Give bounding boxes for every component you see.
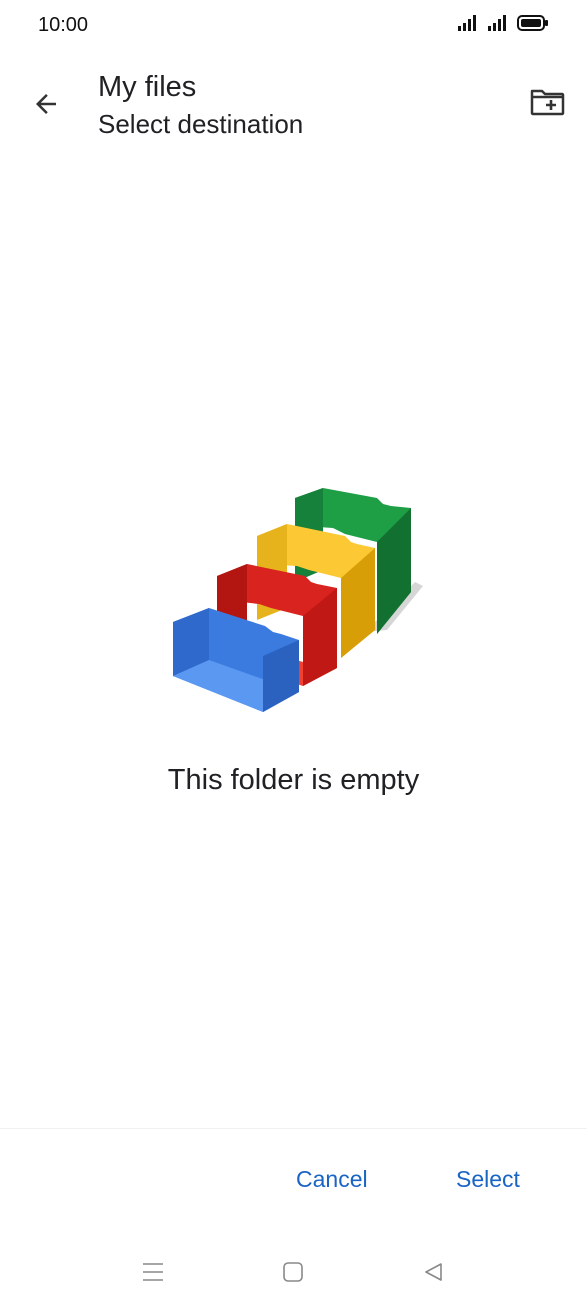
select-button[interactable]: Select (448, 1162, 528, 1197)
page-title: My files (98, 71, 197, 103)
signal-icon (487, 14, 509, 37)
system-nav-bar (0, 1240, 587, 1300)
cancel-button[interactable]: Cancel (288, 1162, 376, 1197)
status-icons (457, 14, 549, 37)
back-triangle-icon[interactable] (417, 1256, 449, 1288)
stacked-folders-illustration (165, 482, 427, 718)
battery-icon (517, 14, 549, 37)
back-button[interactable] (22, 82, 70, 130)
home-icon[interactable] (277, 1256, 309, 1288)
menu-icon[interactable] (137, 1256, 169, 1288)
arrow-back-icon (31, 89, 61, 124)
app-bar: My files Select destination (0, 60, 587, 150)
new-folder-button[interactable] (523, 80, 571, 128)
signal-icon (457, 14, 479, 37)
empty-state-message: This folder is empty (167, 764, 420, 796)
page-subtitle: Select destination (98, 109, 304, 139)
status-bar: 10:00 (0, 0, 587, 52)
status-time: 10:00 (38, 14, 89, 36)
divider (0, 1128, 587, 1129)
create-new-folder-icon (529, 86, 565, 123)
title-block: My files Select destination (98, 70, 303, 142)
